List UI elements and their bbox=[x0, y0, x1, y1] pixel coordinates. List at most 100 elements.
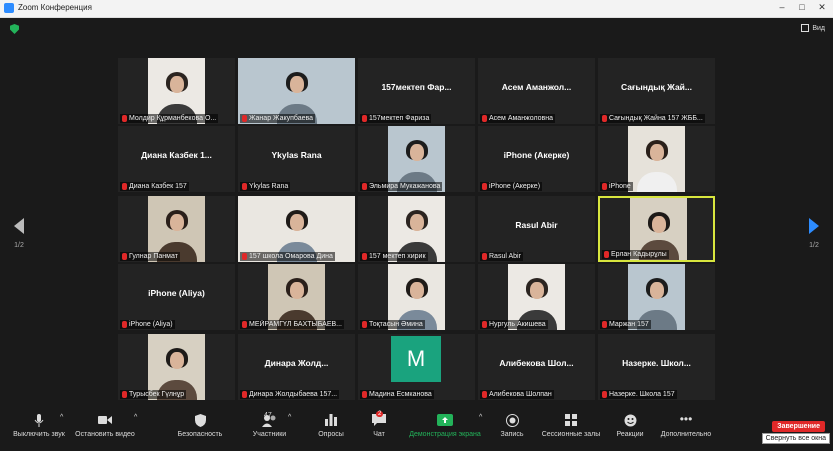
muted-mic-icon bbox=[242, 321, 247, 328]
participant-tile[interactable]: iPhone (Акерке) iPhone (Акерке) bbox=[478, 126, 595, 192]
record-button[interactable]: Запись bbox=[497, 414, 527, 438]
participant-tile[interactable]: Турысбек Гүлнұр bbox=[118, 334, 235, 400]
share-options-caret[interactable]: ^ bbox=[479, 414, 482, 421]
muted-mic-icon bbox=[602, 115, 607, 122]
participant-tile[interactable]: Динара Жолд... Динара Жолдыбаева 157... bbox=[238, 334, 355, 400]
end-meeting-button[interactable]: Завершение bbox=[772, 421, 825, 432]
chat-button[interactable]: 2 Чат bbox=[366, 411, 392, 438]
participant-name: Rasul Abir bbox=[489, 253, 521, 260]
participant-tile[interactable]: 157 школа Омарова Дина bbox=[238, 196, 355, 262]
security-shield-icon[interactable] bbox=[10, 24, 19, 34]
close-button[interactable]: ✕ bbox=[815, 2, 829, 13]
participant-tile[interactable]: Назерке. Школ... Назерке. Школа 157 bbox=[598, 334, 715, 400]
record-label: Запись bbox=[500, 431, 524, 438]
participant-tile[interactable]: Диана Казбек 1... Диана Казбек 157 bbox=[118, 126, 235, 192]
security-button[interactable]: Безопасность bbox=[175, 414, 225, 438]
participant-tile[interactable]: iPhone (Aliya) iPhone (Aliya) bbox=[118, 264, 235, 330]
zoom-logo-icon bbox=[4, 3, 14, 13]
participant-tile[interactable]: Асем Аманжол... Асем Аманжоловна bbox=[478, 58, 595, 124]
participant-name: Эльмира Мукажанова bbox=[369, 183, 441, 190]
participant-tile[interactable]: Нургуль Акишева bbox=[478, 264, 595, 330]
participant-tile[interactable]: Сағындық Жай... Сағындық Жайна 157 ЖББ... bbox=[598, 58, 715, 124]
participant-name: Тоқтасын Әмина bbox=[369, 321, 423, 328]
muted-mic-icon bbox=[482, 115, 487, 122]
participants-options-caret[interactable]: ^ bbox=[288, 414, 291, 421]
participants-count: 47 bbox=[264, 412, 272, 419]
participant-name-label: Гулнар Панмат bbox=[120, 252, 180, 261]
participant-tile[interactable]: Ykylas Rana Ykylas Rana bbox=[238, 126, 355, 192]
participant-tile[interactable]: Гулнар Панмат bbox=[118, 196, 235, 262]
participant-name: Асем Аманжоловна bbox=[489, 115, 554, 122]
participant-tile[interactable]: Молдир Құрманбекова О... bbox=[118, 58, 235, 124]
page-indicator-right: 1/2 bbox=[809, 242, 819, 249]
participant-name-label: Ykylas Rana bbox=[240, 182, 291, 191]
view-button[interactable]: Вид bbox=[801, 24, 825, 32]
participant-tile[interactable]: Эльмира Мукажанова bbox=[358, 126, 475, 192]
more-button[interactable]: ••• Дополнительно bbox=[656, 413, 716, 438]
participant-tile[interactable]: Rasul Abir Rasul Abir bbox=[478, 196, 595, 262]
participant-tile[interactable]: Ерлан Кадырұлы bbox=[598, 196, 715, 262]
participant-name-label: Маржан 157 bbox=[600, 320, 651, 329]
reactions-label: Реакции bbox=[616, 431, 644, 438]
participant-display-name: iPhone (Aliya) bbox=[148, 288, 205, 298]
video-options-caret[interactable]: ^ bbox=[134, 414, 137, 421]
polls-button[interactable]: Опросы bbox=[314, 414, 348, 438]
participant-name: Гулнар Панмат bbox=[129, 253, 178, 260]
view-label: Вид bbox=[812, 24, 825, 32]
participant-tile[interactable]: 157 мектеп хирик bbox=[358, 196, 475, 262]
participant-name-label: Ерлан Кадырұлы bbox=[602, 250, 669, 259]
participant-tile[interactable]: Тоқтасын Әмина bbox=[358, 264, 475, 330]
muted-mic-icon bbox=[242, 391, 247, 398]
participant-name: Алибекова Шолпан bbox=[489, 391, 552, 398]
next-page-button[interactable]: 1/2 bbox=[802, 218, 826, 249]
participant-name: Мадина Есмканова bbox=[369, 391, 432, 398]
participant-tile[interactable]: Алибекова Шол... Алибекова Шолпан bbox=[478, 334, 595, 400]
participant-name: Турысбек Гүлнұр bbox=[129, 391, 185, 398]
muted-mic-icon bbox=[242, 115, 247, 122]
breakout-rooms-button[interactable]: Сессионные залы bbox=[540, 414, 602, 438]
mute-label: Выключить звук bbox=[13, 431, 65, 438]
more-label: Дополнительно bbox=[660, 431, 712, 438]
participant-display-name: Назерке. Школ... bbox=[622, 358, 691, 368]
participant-name-label: Алибекова Шолпан bbox=[480, 390, 554, 399]
video-camera-icon bbox=[74, 414, 136, 428]
participant-tile[interactable]: МЕЙРАМГҮЛ БАХТЫБАЕВ... bbox=[238, 264, 355, 330]
muted-mic-icon bbox=[362, 115, 367, 122]
previous-page-button[interactable]: 1/2 bbox=[7, 218, 31, 249]
participant-video bbox=[628, 126, 685, 192]
audio-options-caret[interactable]: ^ bbox=[60, 414, 63, 421]
participant-name: iPhone (Aliya) bbox=[129, 321, 173, 328]
meeting-toolbar: Выключить звук ^ Остановить видео ^ Безо… bbox=[0, 411, 833, 451]
muted-mic-icon bbox=[362, 391, 367, 398]
participant-display-name: Диана Казбек 1... bbox=[141, 150, 212, 160]
participant-name: Диана Казбек 157 bbox=[129, 183, 187, 190]
participant-name-label: Rasul Abir bbox=[480, 252, 523, 261]
participant-name-label: Назерке. Школа 157 bbox=[600, 390, 677, 399]
participant-name: Нургуль Акишева bbox=[489, 321, 546, 328]
muted-mic-icon bbox=[482, 391, 487, 398]
participant-name: 157мектеп Фариза bbox=[369, 115, 430, 122]
breakout-rooms-label: Сессионные залы bbox=[541, 431, 601, 438]
reactions-button[interactable]: Реакции bbox=[614, 414, 646, 438]
participant-name: Ykylas Rana bbox=[249, 183, 289, 190]
participant-tile[interactable]: M Мадина Есмканова bbox=[358, 334, 475, 400]
participant-name-label: МЕЙРАМГҮЛ БАХТЫБАЕВ... bbox=[240, 320, 344, 329]
participant-name: iPhone (Акерке) bbox=[489, 183, 541, 190]
window-title: Zoom Конференция bbox=[18, 3, 92, 12]
maximize-button[interactable]: □ bbox=[795, 2, 809, 13]
participant-tile[interactable]: Жанар Жакупбаева bbox=[238, 58, 355, 124]
participant-name-label: 157 школа Омарова Дина bbox=[240, 252, 335, 261]
share-screen-button[interactable]: Демонстрация экрана bbox=[405, 414, 485, 438]
participant-display-name: Динара Жолд... bbox=[264, 358, 329, 368]
title-bar: Zoom Конференция – □ ✕ bbox=[0, 0, 833, 18]
participant-name-label: Нургуль Акишева bbox=[480, 320, 548, 329]
stop-video-button[interactable]: Остановить видео bbox=[74, 414, 136, 438]
participant-tile[interactable]: 157мектеп Фар... 157мектеп Фариза bbox=[358, 58, 475, 124]
participant-display-name: Асем Аманжол... bbox=[501, 82, 572, 92]
minimize-button[interactable]: – bbox=[775, 2, 789, 13]
muted-mic-icon bbox=[122, 391, 127, 398]
participant-tile[interactable]: iPhone bbox=[598, 126, 715, 192]
participant-tile[interactable]: Маржан 157 bbox=[598, 264, 715, 330]
participants-button[interactable]: 47 Участники bbox=[247, 412, 292, 438]
muted-mic-icon bbox=[122, 321, 127, 328]
